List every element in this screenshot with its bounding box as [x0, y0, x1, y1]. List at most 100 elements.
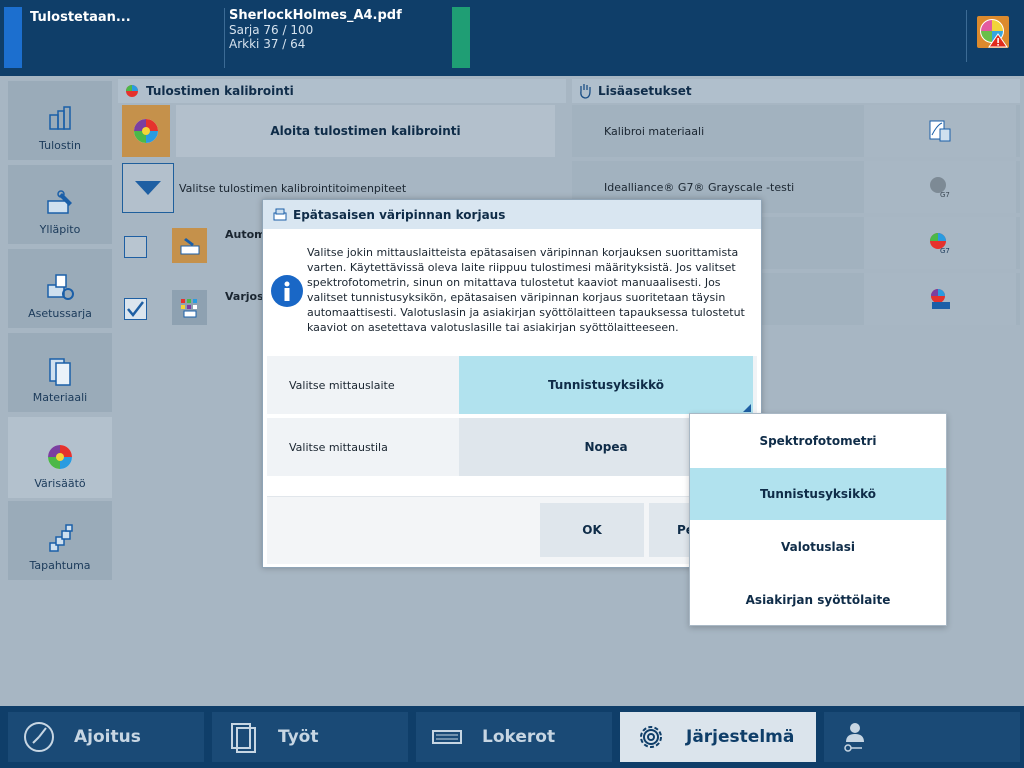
device-select-field[interactable]: Tunnistusyksikkö	[459, 356, 753, 414]
auto-checkbox[interactable]	[124, 236, 147, 258]
current-job-info[interactable]: SherlockHolmes_A4.pdf Sarja 76 / 100 Ark…	[224, 8, 444, 68]
clock-icon	[24, 722, 54, 752]
tab-label: Työt	[278, 727, 319, 747]
dialog-title: Epätasaisen väripinnan korjaus	[293, 207, 506, 222]
mode-select-label: Valitse mittaustila	[289, 440, 388, 454]
tab-label: Järjestelmä	[686, 727, 795, 747]
printer-icon	[49, 106, 71, 130]
sidebar-item-label: Materiaali	[32, 391, 88, 404]
auto-option-label: Autom	[225, 227, 266, 241]
panel-title: Tulostimen kalibrointi	[146, 84, 294, 98]
preset-icon	[47, 274, 74, 300]
color-wheel-icon	[134, 119, 158, 143]
sidebar-item-label: Tapahtuma	[29, 559, 91, 572]
bottom-navigation: Ajoitus Työt Lokerot Järjestelmä	[0, 706, 1024, 768]
shading-option-label: Varjos	[225, 289, 264, 303]
auto-calibration-icon	[172, 228, 207, 263]
sidebar-item-color[interactable]: Värisäätö	[8, 417, 112, 498]
info-icon	[271, 275, 303, 307]
alert-area	[966, 10, 1022, 62]
job-sheet-progress: Arkki 37 / 64	[229, 37, 306, 51]
hand-icon	[580, 84, 591, 99]
device-dropdown-list: Spektrofotometri Tunnistusyksikkö Valotu…	[689, 413, 947, 626]
tab-trays[interactable]: Lokerot	[416, 712, 612, 762]
job-name: SherlockHolmes_A4.pdf	[229, 8, 402, 23]
device-select-value: Tunnistusyksikkö	[547, 378, 665, 392]
tab-label: Lokerot	[482, 727, 556, 747]
dialog-body: Valitse jokin mittauslaitteista epätasai…	[263, 229, 761, 357]
expand-toggle-button[interactable]	[122, 163, 174, 213]
calibrate-media-button[interactable]	[864, 105, 1016, 157]
dropdown-option-document-feeder[interactable]: Asiakirjan syöttölaite	[690, 574, 946, 626]
advanced-panel-header: Lisäasetukset	[572, 79, 1020, 103]
calibrate-media-row[interactable]: Kalibroi materiaali	[572, 105, 1020, 157]
calibration-tool-icon	[180, 237, 199, 254]
chevron-down-icon	[135, 181, 161, 195]
dialog-description: Valitse jokin mittauslaitteista epätasai…	[307, 246, 745, 334]
tab-user[interactable]	[824, 712, 1020, 762]
dropdown-option-sensor-unit[interactable]: Tunnistusyksikkö	[690, 468, 946, 520]
sidebar-item-label: Asetussarja	[28, 307, 92, 320]
uniformity-correction-dialog: Epätasaisen väripinnan korjaus Valitse j…	[262, 199, 762, 568]
sidebar-item-label: Tulostin	[39, 139, 81, 152]
gear-icon	[640, 726, 662, 748]
ok-button[interactable]: OK	[540, 503, 644, 557]
start-calibration-button[interactable]: Aloita tulostimen kalibrointi	[176, 105, 555, 157]
tab-label: Ajoitus	[74, 727, 141, 747]
tab-schedule[interactable]: Ajoitus	[8, 712, 204, 762]
mode-select-value: Nopea	[584, 440, 628, 454]
sidebar-item-label: Värisäätö	[34, 477, 86, 490]
media-icon	[49, 358, 71, 386]
media-calibration-icon	[929, 120, 951, 142]
auto-color-button[interactable]	[864, 273, 1016, 325]
job-progress-indicator	[452, 7, 470, 68]
sidebar-item-printer[interactable]: Tulostin	[8, 81, 112, 160]
calibrate-media-label: Kalibroi materiaali	[604, 124, 705, 138]
checkmark-icon	[127, 301, 144, 317]
shading-calibration-icon	[172, 290, 207, 325]
sidebar: Tulostin Ylläpito Asetussarja Materiaali…	[0, 76, 116, 706]
sidebar-item-preset[interactable]: Asetussarja	[8, 249, 112, 328]
g7-color-button[interactable]: G7	[864, 217, 1016, 269]
calibration-panel-header: Tulostimen kalibrointi	[118, 79, 566, 103]
user-key-icon	[844, 723, 864, 752]
tab-jobs[interactable]: Työt	[212, 712, 408, 762]
dialog-title-bar: Epätasaisen väripinnan korjaus	[263, 200, 761, 229]
dropdown-option-glass-plate[interactable]: Valotuslasi	[690, 521, 946, 573]
dialog-footer: OK Pe	[267, 496, 757, 564]
device-select-label: Valitse mittauslaite	[289, 378, 395, 392]
color-wheel-icon	[126, 85, 138, 97]
color-alert-button[interactable]	[977, 16, 1009, 48]
calibration-steps-label: Valitse tulostimen kalibrointitoimenpite…	[179, 181, 407, 195]
calibration-icon-tile	[122, 105, 170, 157]
sidebar-item-label: Ylläpito	[39, 223, 81, 236]
tab-system[interactable]: Järjestelmä	[620, 712, 816, 762]
color-warning-icon	[980, 19, 1008, 48]
sidebar-item-media[interactable]: Materiaali	[8, 333, 112, 412]
printer-status-indicator	[4, 7, 22, 68]
g7-test-button[interactable]: G7	[864, 161, 1016, 213]
trays-icon	[432, 730, 462, 744]
sidebar-item-maintenance[interactable]: Ylläpito	[8, 165, 112, 244]
panel-title: Lisäasetukset	[598, 84, 692, 98]
color-wheel-icon	[48, 445, 72, 469]
top-status-bar: Tulostetaan... SherlockHolmes_A4.pdf Sar…	[0, 0, 1024, 76]
sidebar-item-events[interactable]: Tapahtuma	[8, 501, 112, 580]
chart-grid-icon	[180, 298, 197, 317]
job-set-progress: Sarja 76 / 100	[229, 23, 314, 37]
dropdown-corner-icon	[743, 404, 751, 412]
auto-color-icon	[931, 289, 950, 309]
svg-text:G7: G7	[940, 247, 950, 255]
mode-select-row: Valitse mittaustila Nopea	[267, 418, 757, 476]
printing-status: Tulostetaan...	[30, 10, 131, 25]
svg-text:G7: G7	[940, 191, 950, 199]
device-select-row: Valitse mittauslaite Tunnistusyksikkö	[267, 356, 757, 414]
dialog-printer-icon	[273, 208, 287, 220]
jobs-icon	[231, 723, 256, 753]
maintenance-icon	[47, 190, 72, 214]
g7-grayscale-icon: G7	[930, 177, 950, 199]
g7-color-icon: G7	[930, 233, 950, 255]
events-icon	[49, 524, 73, 552]
shading-checkbox[interactable]	[124, 298, 147, 320]
dropdown-option-spectrophotometer[interactable]: Spektrofotometri	[690, 415, 946, 467]
